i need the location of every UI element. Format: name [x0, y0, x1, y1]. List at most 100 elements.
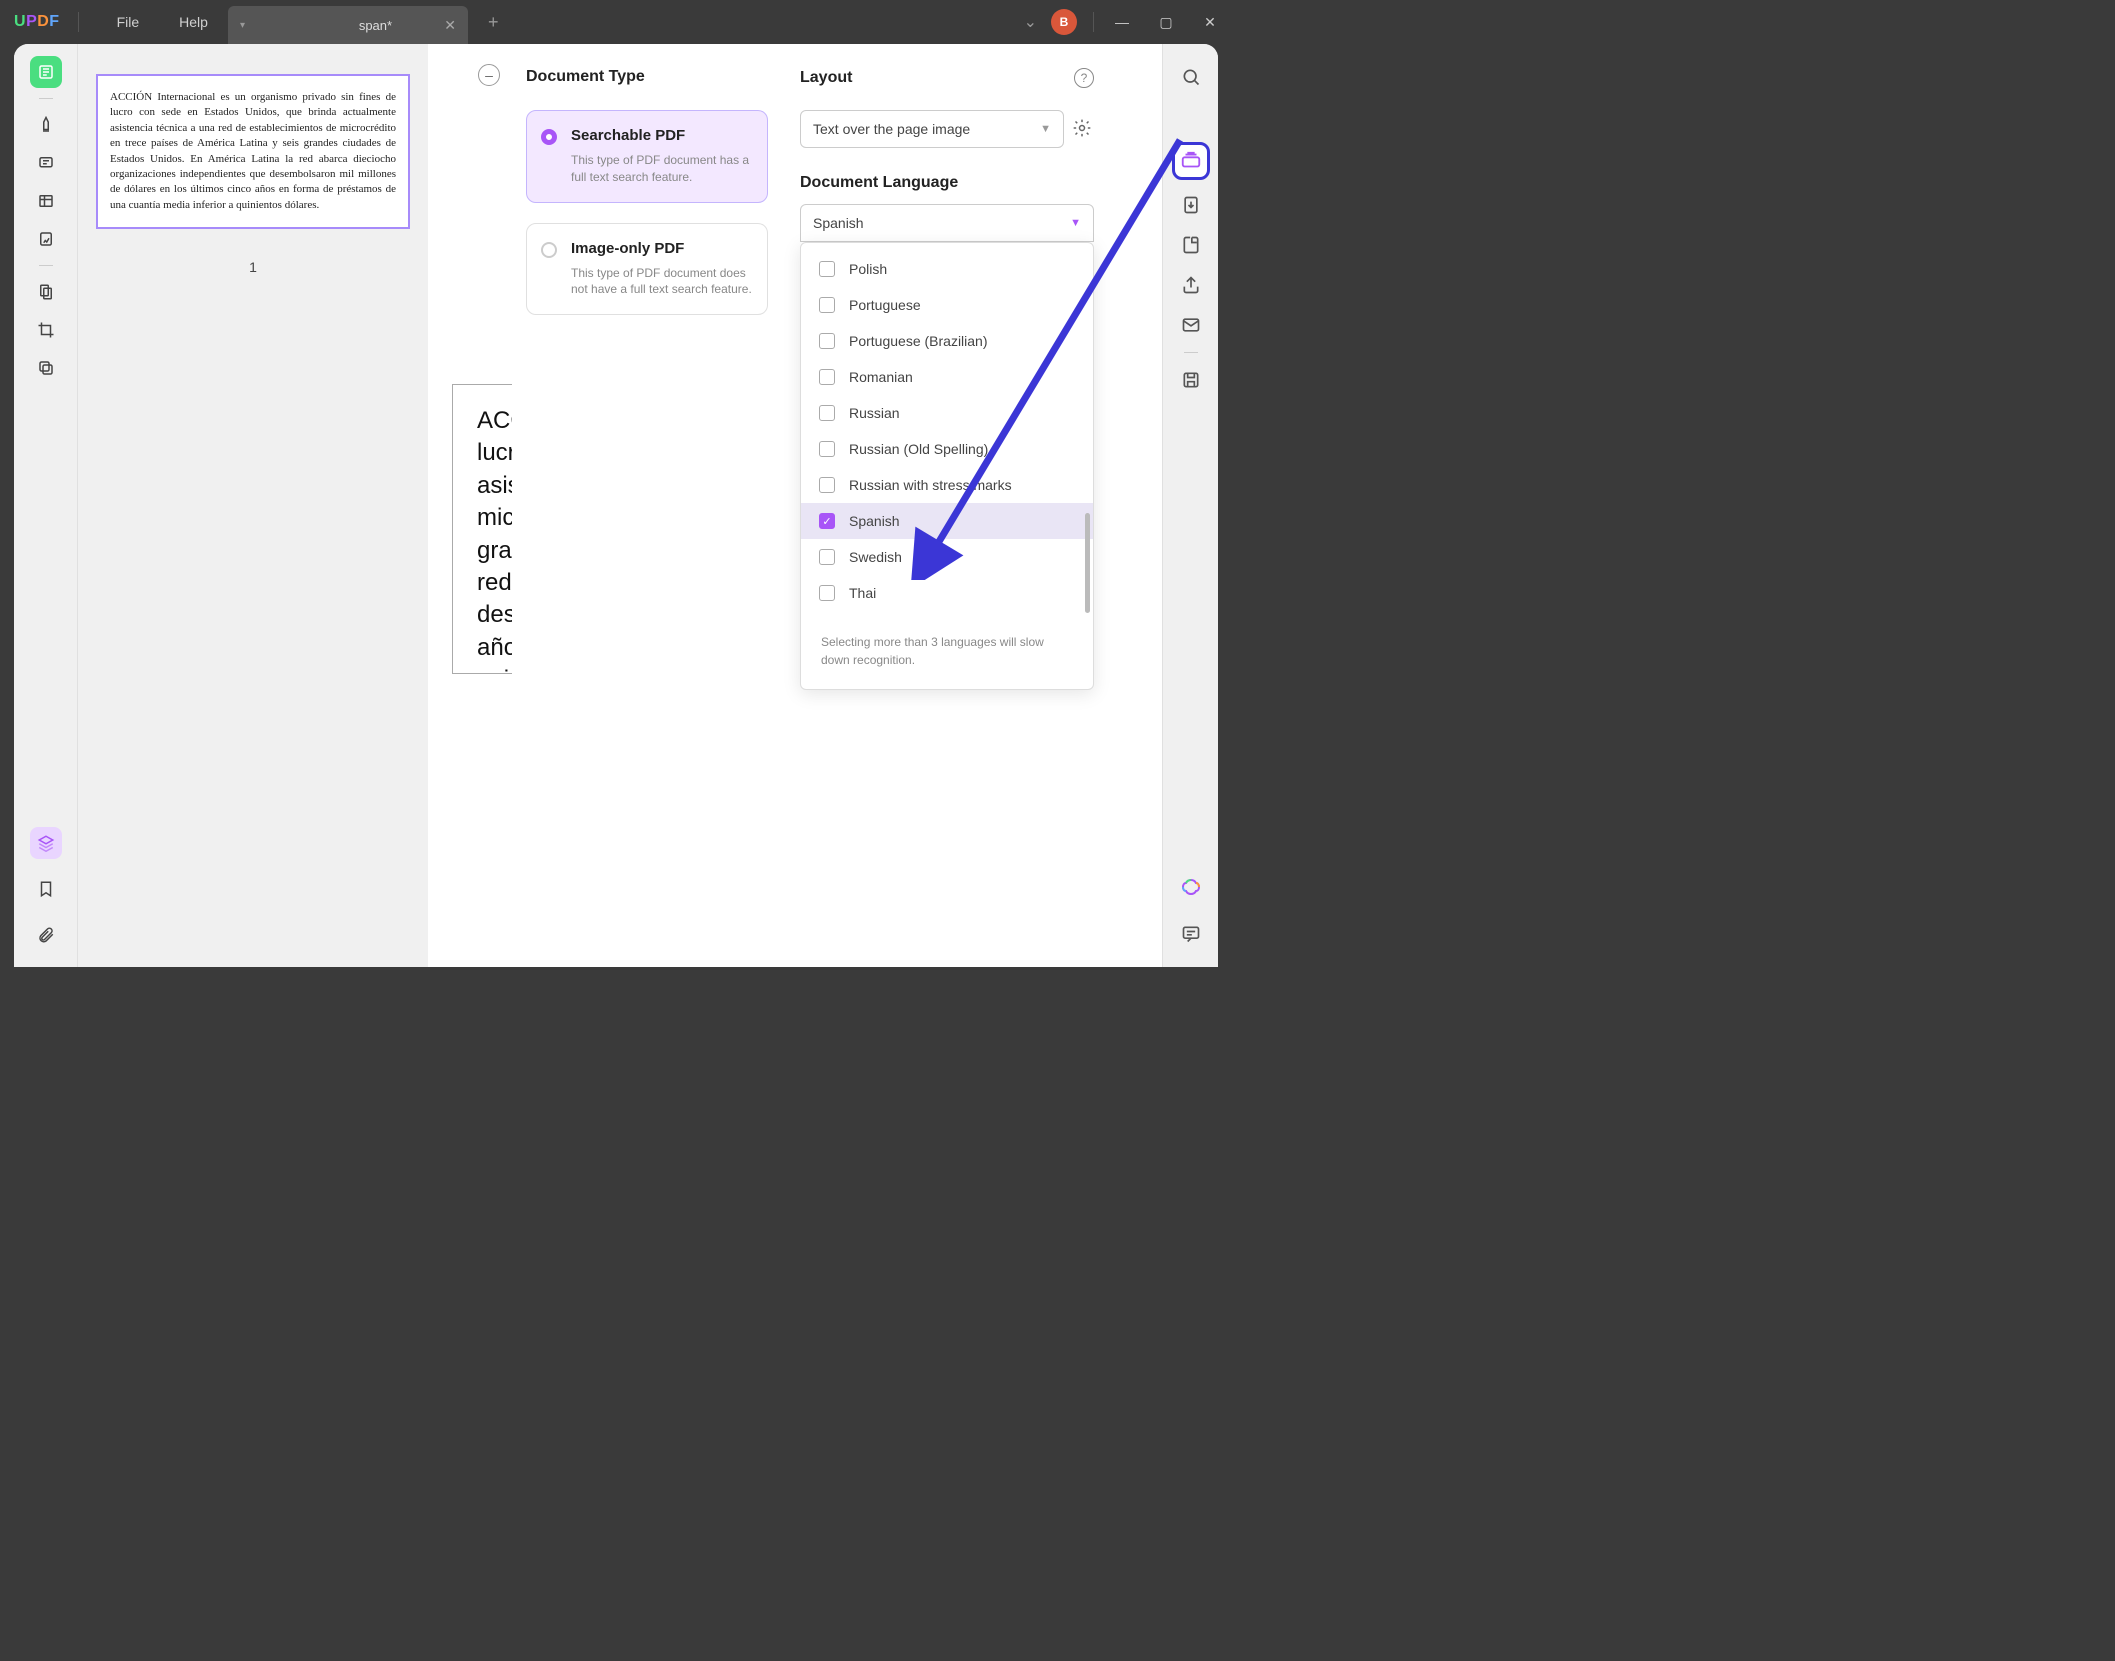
document-tab[interactable]: ▾ span* ✕ — [228, 6, 468, 44]
checkbox-icon — [819, 297, 835, 313]
lang-option-polish[interactable]: Polish — [801, 251, 1093, 287]
menu-file[interactable]: File — [97, 14, 160, 30]
share-icon[interactable] — [1176, 270, 1206, 300]
checkbox-icon — [819, 261, 835, 277]
checkbox-icon — [819, 477, 835, 493]
lang-option-russian-stress[interactable]: Russian with stress marks — [801, 467, 1093, 503]
thumbnail-panel: ACCIÓN Internacional es un organismo pri… — [78, 44, 428, 967]
right-toolbar — [1162, 44, 1218, 967]
ocr-panels: Document Type Searchable PDF This type o… — [512, 44, 1162, 967]
gear-icon[interactable] — [1072, 118, 1094, 140]
redact-tool-icon[interactable] — [30, 352, 62, 384]
language-dropdown: Polish Portuguese Portuguese (Brazilian)… — [800, 242, 1094, 690]
layout-title: Layout — [800, 69, 1066, 87]
highlight-tool-icon[interactable] — [30, 109, 62, 141]
lang-option-portuguese[interactable]: Portuguese — [801, 287, 1093, 323]
checkbox-icon — [819, 333, 835, 349]
reader-tool-icon[interactable] — [30, 56, 62, 88]
lang-option-russian-old[interactable]: Russian (Old Spelling) — [801, 431, 1093, 467]
scrollbar[interactable] — [1085, 513, 1090, 613]
language-select[interactable]: Spanish ▼ — [800, 204, 1094, 242]
checkbox-icon — [819, 405, 835, 421]
crop-tool-icon[interactable] — [30, 314, 62, 346]
layers-icon[interactable] — [30, 827, 62, 859]
save-icon[interactable] — [1176, 365, 1206, 395]
layout-select[interactable]: Text over the page image ▼ — [800, 110, 1064, 148]
titlebar: UPDF File Help ▾ span* ✕ + ⌄ B — ▢ ✕ — [0, 0, 1232, 44]
divider — [78, 12, 79, 32]
searchable-pdf-option[interactable]: Searchable PDF This type of PDF document… — [526, 110, 768, 203]
ocr-tool-icon[interactable] — [1172, 142, 1210, 180]
option-title: Searchable PDF — [571, 127, 753, 144]
lang-label: Thai — [849, 585, 876, 601]
checkbox-icon — [819, 369, 835, 385]
help-icon[interactable]: ? — [1074, 68, 1094, 88]
checkbox-icon — [819, 549, 835, 565]
lang-label: Portuguese (Brazilian) — [849, 333, 988, 349]
chat-icon[interactable] — [1176, 919, 1206, 949]
lang-label: Portuguese — [849, 297, 921, 313]
tab-close-icon[interactable]: ✕ — [444, 17, 456, 34]
lang-label: Polish — [849, 261, 887, 277]
comment-tool-icon[interactable] — [30, 147, 62, 179]
lang-option-portuguese-br[interactable]: Portuguese (Brazilian) — [801, 323, 1093, 359]
tab-dropdown-icon[interactable]: ▾ — [240, 20, 245, 31]
lang-label: Romanian — [849, 369, 913, 385]
image-only-pdf-option[interactable]: Image-only PDF This type of PDF document… — [526, 223, 768, 316]
lang-label: Swedish — [849, 549, 902, 565]
new-tab-button[interactable]: + — [488, 12, 499, 33]
user-avatar[interactable]: B — [1051, 9, 1077, 35]
app-logo: UPDF — [14, 13, 60, 31]
form-tool-icon[interactable] — [30, 223, 62, 255]
lang-label: Spanish — [849, 513, 900, 529]
chevron-down-icon: ▼ — [1070, 217, 1081, 229]
language-title: Document Language — [800, 174, 1094, 192]
radio-icon — [541, 242, 557, 258]
app-body: ACCIÓN Internacional es un organismo pri… — [14, 44, 1218, 967]
thumbnail-page-number: 1 — [96, 259, 410, 275]
close-button[interactable]: ✕ — [1188, 0, 1232, 44]
language-value: Spanish — [813, 215, 864, 231]
document-type-panel: Document Type Searchable PDF This type o… — [512, 44, 782, 967]
pages-tool-icon[interactable] — [30, 276, 62, 308]
divider — [1093, 12, 1094, 32]
language-list[interactable]: Polish Portuguese Portuguese (Brazilian)… — [801, 243, 1093, 619]
edit-tool-icon[interactable] — [30, 185, 62, 217]
minimize-button[interactable]: — — [1100, 0, 1144, 44]
layout-value: Text over the page image — [813, 121, 970, 137]
compress-icon[interactable] — [1176, 230, 1206, 260]
lang-label: Russian with stress marks — [849, 477, 1012, 493]
panel-title: Document Type — [526, 68, 768, 86]
attachment-icon[interactable] — [30, 919, 62, 951]
chevron-down-icon[interactable]: ⌄ — [1024, 12, 1037, 32]
separator — [1184, 352, 1198, 353]
lang-label: Russian — [849, 405, 900, 421]
lang-option-thai[interactable]: Thai — [801, 575, 1093, 611]
option-title: Image-only PDF — [571, 240, 753, 257]
email-icon[interactable] — [1176, 310, 1206, 340]
search-icon[interactable] — [1176, 62, 1206, 92]
maximize-button[interactable]: ▢ — [1144, 0, 1188, 44]
checkbox-icon — [819, 441, 835, 457]
ai-assistant-icon[interactable] — [1176, 873, 1206, 903]
menu-help[interactable]: Help — [159, 14, 228, 30]
lang-option-romanian[interactable]: Romanian — [801, 359, 1093, 395]
language-note: Selecting more than 3 languages will slo… — [801, 619, 1093, 689]
main-canvas: – ACC lucro asist micr gran red dese año… — [428, 44, 1162, 967]
layout-language-panel: Layout ? Text over the page image ▼ Docu… — [782, 44, 1112, 967]
lang-option-spanish[interactable]: ✓ Spanish — [801, 503, 1093, 539]
lang-option-swedish[interactable]: Swedish — [801, 539, 1093, 575]
convert-icon[interactable] — [1176, 190, 1206, 220]
tab-title: span* — [295, 18, 456, 33]
bookmark-icon[interactable] — [30, 873, 62, 905]
page-thumbnail[interactable]: ACCIÓN Internacional es un organismo pri… — [96, 74, 410, 229]
option-desc: This type of PDF document has a full tex… — [571, 152, 753, 186]
left-toolbar — [14, 44, 78, 967]
collapse-panel-button[interactable]: – — [478, 64, 500, 86]
lang-label: Russian (Old Spelling) — [849, 441, 988, 457]
checkbox-checked-icon: ✓ — [819, 513, 835, 529]
separator — [39, 98, 53, 99]
lang-option-russian[interactable]: Russian — [801, 395, 1093, 431]
chevron-down-icon: ▼ — [1040, 123, 1051, 135]
checkbox-icon — [819, 585, 835, 601]
